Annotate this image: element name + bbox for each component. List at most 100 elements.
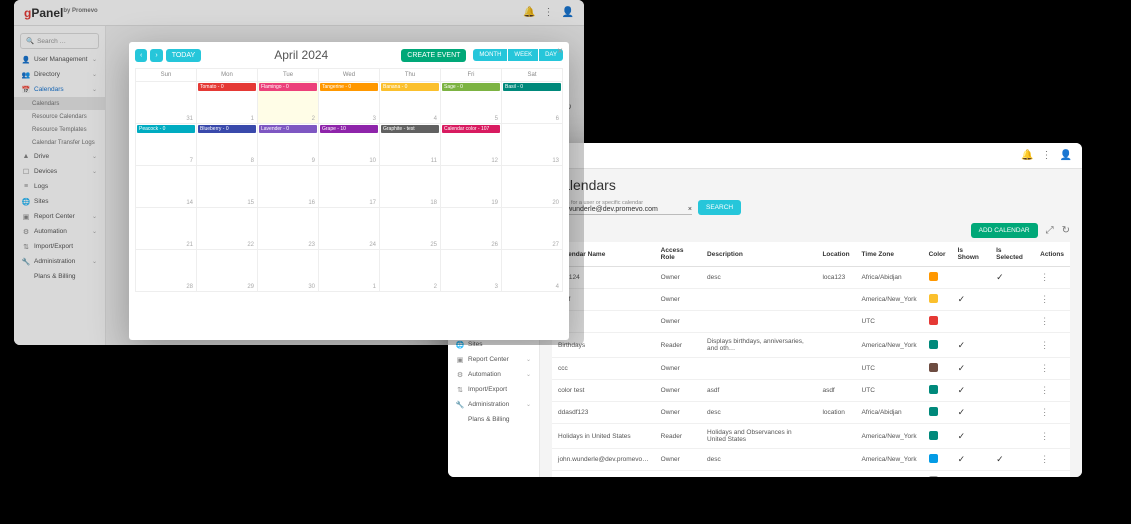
calendar-day[interactable]: 18: [380, 166, 441, 208]
calendar-event[interactable]: Sage - 0: [442, 83, 500, 91]
create-event-button[interactable]: CREATE EVENT: [401, 49, 466, 62]
calendar-event[interactable]: Banana - 0: [381, 83, 439, 91]
row-actions-menu[interactable]: ⋮: [1040, 316, 1049, 326]
today-button[interactable]: TODAY: [166, 49, 201, 62]
menu-icon[interactable]: ⋮: [1042, 150, 1052, 161]
calendar-event[interactable]: Blueberry - 0: [198, 125, 256, 133]
refresh-icon[interactable]: ↻: [1062, 225, 1070, 236]
dow-header: Fri: [441, 69, 502, 82]
table-row[interactable]: color testOwnerasdfasdfUTC✓⋮: [552, 380, 1070, 402]
col-header[interactable]: Is Selected: [990, 242, 1034, 267]
row-actions-menu[interactable]: ⋮: [1040, 431, 1049, 441]
view-week-button[interactable]: WEEK: [508, 49, 538, 61]
calendar-event[interactable]: Basil - 0: [503, 83, 561, 91]
calendar-day[interactable]: 13: [502, 124, 563, 166]
col-header[interactable]: Is Shown: [952, 242, 991, 267]
calendar-event[interactable]: Flamingo - 0: [259, 83, 317, 91]
calendar-day[interactable]: 29: [197, 250, 258, 292]
bell-icon[interactable]: 🔔: [1021, 150, 1033, 161]
view-month-button[interactable]: MONTH: [473, 49, 507, 61]
calendar-day[interactable]: 1: [319, 250, 380, 292]
prev-button[interactable]: ‹: [135, 49, 147, 62]
calendar-day[interactable]: Graphite - test11: [380, 124, 441, 166]
table-row[interactable]: asdfOwnerAmerica/New_York✓⋮: [552, 289, 1070, 311]
table-row[interactable]: john.wunderle@dev.promevo…OwnerdescAmeri…: [552, 449, 1070, 471]
sidebar-item-report-center[interactable]: ▣Report Center⌄: [448, 352, 539, 367]
col-header[interactable]: Location: [816, 242, 855, 267]
row-actions-menu[interactable]: ⋮: [1040, 476, 1049, 477]
calendar-day[interactable]: Tangerine - 03: [319, 82, 380, 124]
calendar-day[interactable]: Grape - 1010: [319, 124, 380, 166]
calendar-day[interactable]: 17: [319, 166, 380, 208]
row-actions-menu[interactable]: ⋮: [1040, 272, 1049, 282]
table-row[interactable]: bbbOwnerUTC⋮: [552, 311, 1070, 333]
row-actions-menu[interactable]: ⋮: [1040, 294, 1049, 304]
row-actions-menu[interactable]: ⋮: [1040, 454, 1049, 464]
calendar-day[interactable]: Calendar color - 10712: [441, 124, 502, 166]
calendar-modal: × ‹ › TODAY April 2024 CREATE EVENT MONT…: [129, 42, 569, 340]
table-row[interactable]: BirthdaysReaderDisplays birthdays, anniv…: [552, 333, 1070, 358]
calendar-day[interactable]: 30: [258, 250, 319, 292]
calendar-day[interactable]: Flamingo - 02: [258, 82, 319, 124]
calendar-event[interactable]: Tangerine - 0: [320, 83, 378, 91]
calendar-day[interactable]: 14: [136, 166, 197, 208]
calendar-event[interactable]: Tomato - 0: [198, 83, 256, 91]
calendar-event[interactable]: Graphite - test: [381, 125, 439, 133]
sidebar-item-plans-billing[interactable]: Plans & Billing: [448, 412, 539, 427]
open-icon[interactable]: ⤢: [1046, 225, 1054, 236]
col-header[interactable]: Actions: [1034, 242, 1070, 267]
calendar-day[interactable]: 15: [197, 166, 258, 208]
next-button[interactable]: ›: [150, 49, 162, 62]
calendar-day[interactable]: 16: [258, 166, 319, 208]
calendar-day[interactable]: 2: [380, 250, 441, 292]
calendar-day[interactable]: 23: [258, 208, 319, 250]
calendar-day[interactable]: 21: [136, 208, 197, 250]
sidebar-item-administration[interactable]: 🔧Administration⌄: [448, 397, 539, 412]
calendar-day[interactable]: Sage - 05: [441, 82, 502, 124]
add-calendar-button[interactable]: ADD CALENDAR: [971, 223, 1038, 238]
calendar-day[interactable]: Banana - 04: [380, 82, 441, 124]
calendar-day[interactable]: 19: [441, 166, 502, 208]
calendar-day[interactable]: 3: [441, 250, 502, 292]
calendar-day[interactable]: Tomato - 01: [197, 82, 258, 124]
calendar-day[interactable]: 24: [319, 208, 380, 250]
sidebar-item-import-export[interactable]: ⇅Import/Export: [448, 382, 539, 397]
dow-header: Wed: [319, 69, 380, 82]
calendar-day[interactable]: 31: [136, 82, 197, 124]
avatar[interactable]: 👤: [1060, 150, 1072, 161]
calendar-grid[interactable]: SunMonTueWedThuFriSat 31Tomato - 01Flami…: [135, 68, 563, 292]
table-row[interactable]: test calOwnerdseccincyAfrica/Abidjan✓⋮: [552, 471, 1070, 478]
col-header[interactable]: Access Role: [655, 242, 701, 267]
calendar-day[interactable]: Lavender - 09: [258, 124, 319, 166]
sidebar-item-automation[interactable]: ⚙Automation⌄: [448, 367, 539, 382]
calendar-event[interactable]: Peacock - 0: [137, 125, 195, 133]
calendar-day[interactable]: Basil - 06: [502, 82, 563, 124]
calendar-day[interactable]: Peacock - 07: [136, 124, 197, 166]
bg-window: gPanelby Promevo 🔔 ⋮ 👤 🔍Search …👤User Ma…: [14, 0, 584, 345]
calendar-day[interactable]: 25: [380, 208, 441, 250]
calendar-day[interactable]: 27: [502, 208, 563, 250]
col-header[interactable]: Time Zone: [856, 242, 923, 267]
calendar-event[interactable]: Calendar color - 107: [442, 125, 500, 133]
calendar-day[interactable]: 22: [197, 208, 258, 250]
col-header[interactable]: Color: [923, 242, 952, 267]
calendar-event[interactable]: Grape - 10: [320, 125, 378, 133]
row-actions-menu[interactable]: ⋮: [1040, 340, 1049, 350]
calendar-day[interactable]: 26: [441, 208, 502, 250]
col-header[interactable]: Description: [701, 242, 816, 267]
nav-icon: [456, 416, 464, 424]
table-row[interactable]: ddasdf123OwnerdesclocationAfrica/Abidjan…: [552, 402, 1070, 424]
row-actions-menu[interactable]: ⋮: [1040, 385, 1049, 395]
table-row[interactable]: cccOwnerUTC✓⋮: [552, 358, 1070, 380]
table-row[interactable]: aaa124Ownerdescloca123Africa/Abidjan✓⋮: [552, 267, 1070, 289]
table-row[interactable]: Holidays in United StatesReaderHolidays …: [552, 424, 1070, 449]
calendar-day[interactable]: 28: [136, 250, 197, 292]
row-actions-menu[interactable]: ⋮: [1040, 407, 1049, 417]
calendar-day[interactable]: 4: [502, 250, 563, 292]
calendar-day[interactable]: Blueberry - 08: [197, 124, 258, 166]
row-actions-menu[interactable]: ⋮: [1040, 363, 1049, 373]
calendar-event[interactable]: Lavender - 0: [259, 125, 317, 133]
close-icon[interactable]: ×: [557, 46, 563, 57]
calendar-day[interactable]: 20: [502, 166, 563, 208]
search-button[interactable]: SEARCH: [698, 200, 741, 215]
